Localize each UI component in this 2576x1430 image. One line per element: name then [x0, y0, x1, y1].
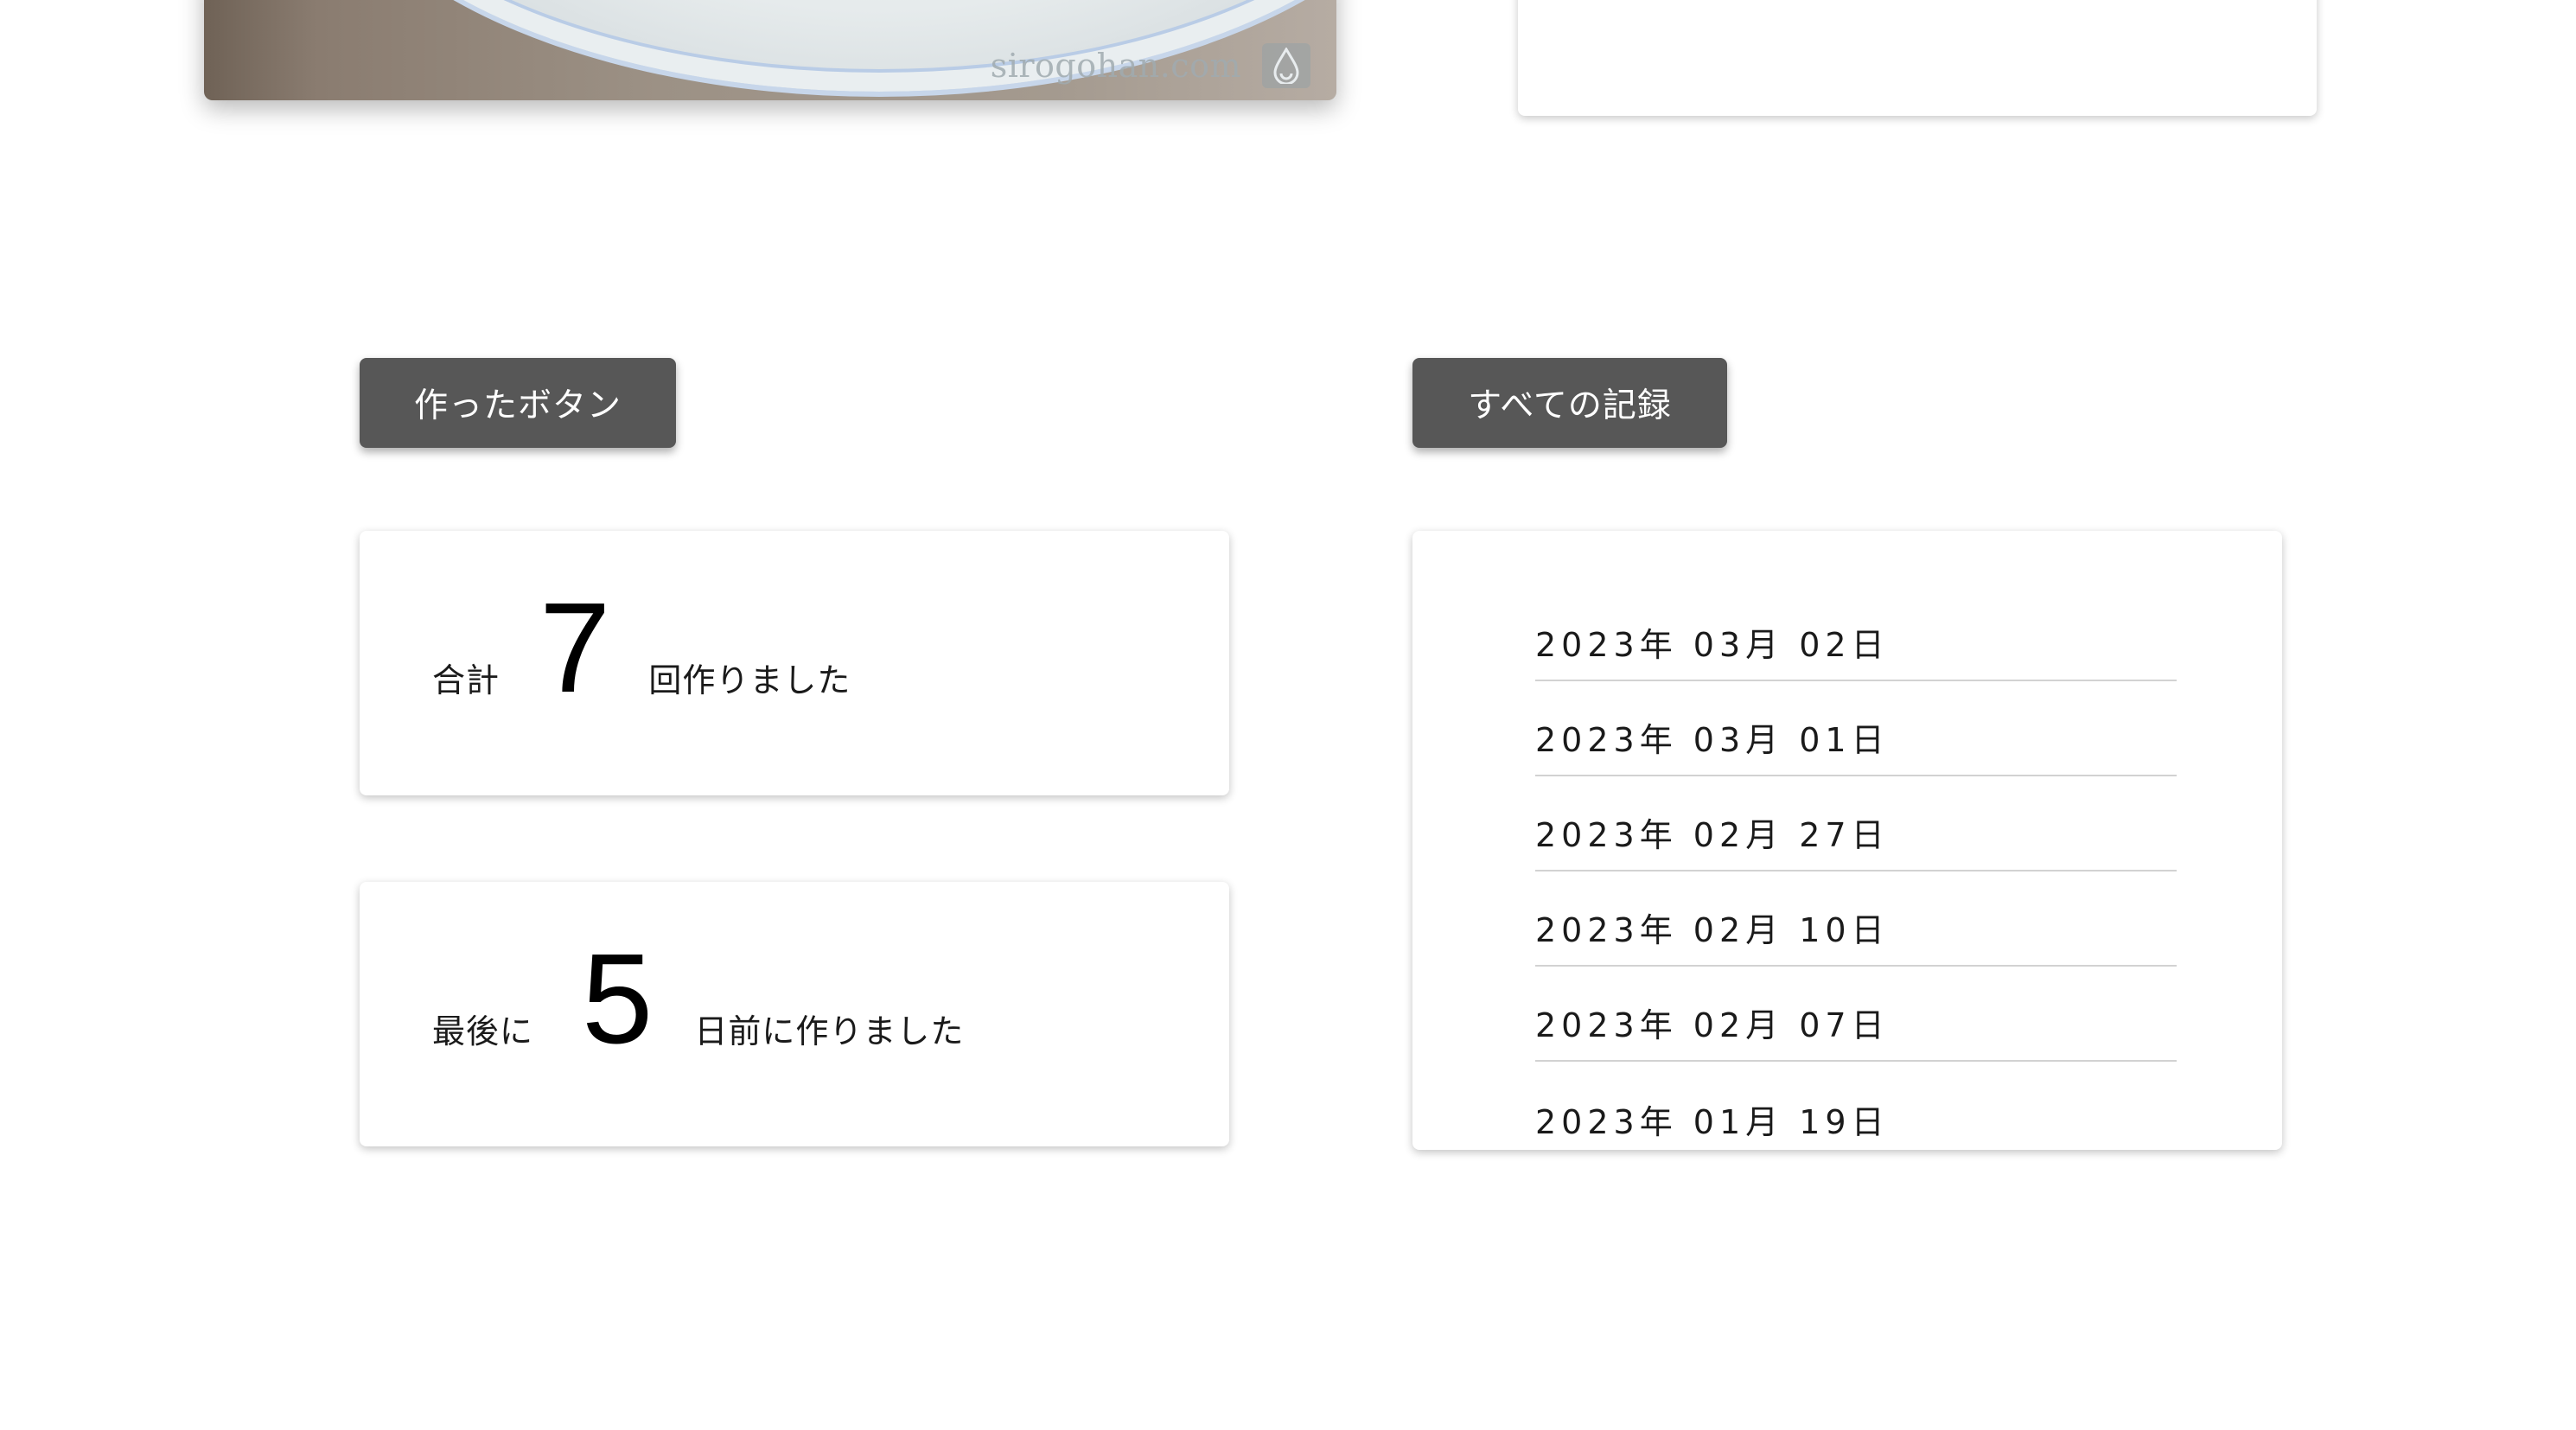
- records-card: 2023年 03月 02日 2023年 03月 01日 2023年 02月 27…: [1412, 531, 2282, 1150]
- total-prefix: 合計: [432, 661, 501, 699]
- record-item: 2023年 01月 19日: [1535, 1103, 1890, 1141]
- all-records-button[interactable]: すべての記録: [1412, 358, 1727, 448]
- last-made-row: 最後に 5 日前に作りました: [432, 935, 964, 1063]
- record-item: 2023年 02月 10日: [1535, 871, 2177, 967]
- top-info-card: [1518, 0, 2317, 116]
- made-button[interactable]: 作ったボタン: [360, 358, 676, 448]
- record-item: 2023年 02月 07日: [1535, 967, 2177, 1062]
- total-suffix: 回作りました: [648, 661, 851, 699]
- last-prefix: 最後に: [432, 1012, 534, 1050]
- water-drop-logo-icon: [1262, 43, 1310, 88]
- total-count-card: 合計 7 回作りました: [360, 531, 1229, 795]
- record-item: 2023年 03月 01日: [1535, 681, 2177, 776]
- recipe-photo: sirogohan.com: [204, 0, 1336, 100]
- record-item: 2023年 02月 27日: [1535, 776, 2177, 871]
- photo-watermark: sirogohan.com: [990, 47, 1241, 85]
- days-since-value: 5: [582, 928, 654, 1070]
- total-count-value: 7: [539, 577, 611, 719]
- total-count-row: 合計 7 回作りました: [432, 584, 851, 712]
- last-made-card: 最後に 5 日前に作りました: [360, 882, 1229, 1146]
- record-item: 2023年 03月 02日: [1535, 586, 2177, 681]
- last-suffix: 日前に作りました: [694, 1012, 965, 1050]
- records-list: 2023年 03月 02日 2023年 03月 01日 2023年 02月 27…: [1535, 586, 2177, 1150]
